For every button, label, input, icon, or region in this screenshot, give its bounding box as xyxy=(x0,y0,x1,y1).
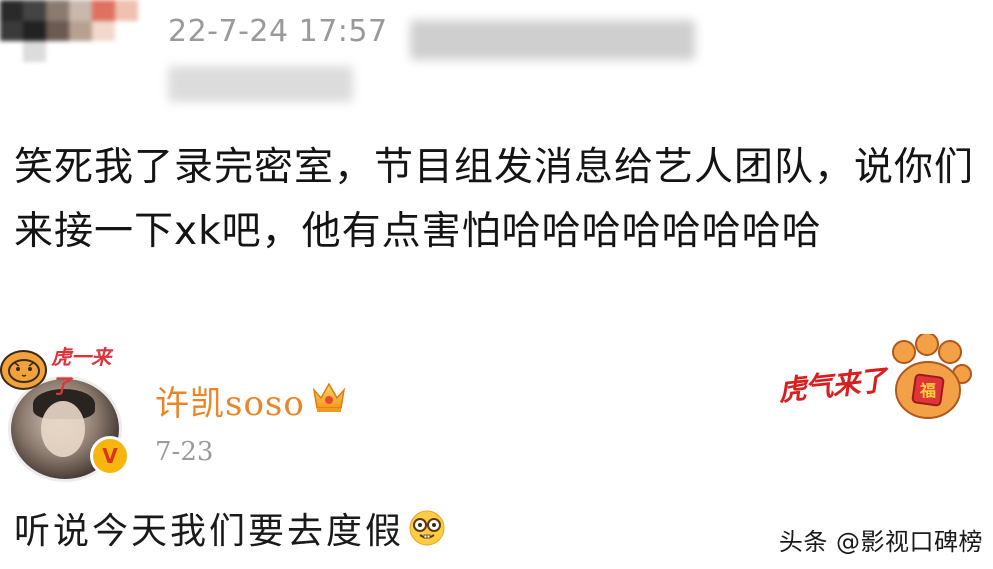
tiger-face-icon xyxy=(0,350,48,390)
nerd-face-emoji-icon xyxy=(409,510,445,546)
crown-icon xyxy=(312,382,346,412)
tiger-sticker-text: 虎气来了 xyxy=(776,363,888,408)
verified-badge-icon: V xyxy=(90,436,130,476)
reply-date: 7-23 xyxy=(155,437,214,467)
reply-username[interactable]: 许凯soso xyxy=(155,376,305,425)
post-author-meta-blurred xyxy=(168,66,353,102)
source-watermark: 头条 @影视口碑榜 xyxy=(778,528,983,556)
post-author-avatar-blurred[interactable] xyxy=(0,0,138,62)
tiger-sticker-decoration: 虎气来了 福 xyxy=(776,334,978,424)
avatar-sticker-text: 虎一来了 xyxy=(51,345,112,398)
post-author-name-blurred xyxy=(410,20,695,60)
post-timestamp: 22-7-24 17:57 xyxy=(168,14,388,49)
svg-text:福: 福 xyxy=(919,381,936,400)
avatar-tiger-sticker: 虎一来了 xyxy=(0,345,130,398)
post-body-text: 笑死我了录完密室，节目组发消息给艺人团队，说你们来接一下xk吧，他有点害怕哈哈哈… xyxy=(14,145,975,254)
reply-text: 听说今天我们要去度假 xyxy=(14,502,446,554)
reply-text-content: 听说今天我们要去度假 xyxy=(14,511,405,552)
tiger-paw-icon: 福 xyxy=(892,334,972,419)
